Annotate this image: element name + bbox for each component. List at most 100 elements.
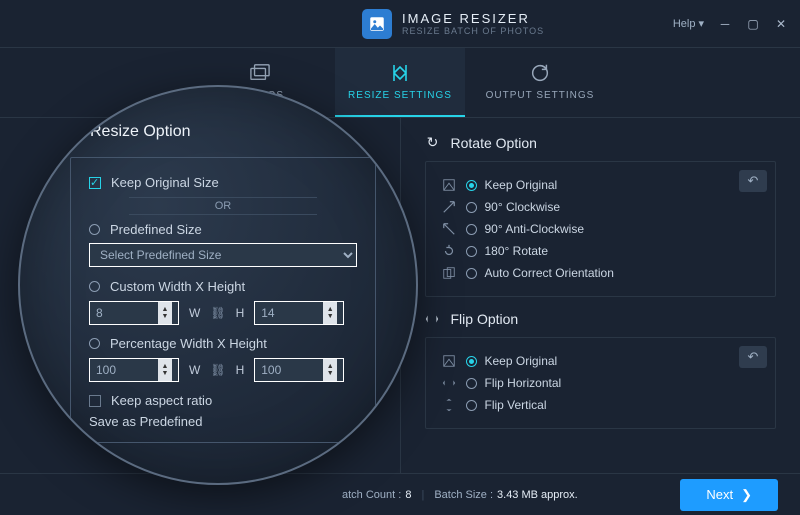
rotate-heading: ↻ Rotate Option [425,134,777,151]
percentage-size[interactable]: Percentage Width X Height [89,333,357,354]
flip-vertical[interactable]: Flip Vertical [440,394,762,416]
flip-heading-icon [425,312,441,326]
percent-height-input[interactable]: 100 ▲▼ [254,358,344,382]
rotate-90acw[interactable]: 90° Anti-Clockwise [440,218,762,240]
spinner[interactable]: ▲▼ [158,359,172,381]
radio[interactable] [466,224,477,235]
tab-output-settings[interactable]: OUTPUT SETTINGS [475,48,605,117]
radio[interactable] [466,378,477,389]
rotate-keep-original[interactable]: Keep Original [440,174,762,196]
custom-size[interactable]: Custom Width X Height [89,276,357,297]
option-label: 90° Clockwise [485,200,561,214]
section-title: Rotate Option [451,135,537,151]
chevron-right-icon: ❯ [741,487,752,503]
w-label: W [189,306,200,320]
spinner[interactable]: ▲▼ [323,359,337,381]
link-icon[interactable]: ⛓ [210,306,225,320]
magnifier-overlay: Resize Option Keep Original Size OR Pred… [18,85,418,485]
resize-heading: Resize Option [90,123,376,141]
minimize-button[interactable]: ─ [718,17,732,31]
flip-horizontal[interactable]: Flip Horizontal [440,372,762,394]
radio[interactable] [466,268,477,279]
radio[interactable] [466,202,477,213]
reset-rotate-button[interactable]: ↶ [739,170,767,192]
radio[interactable] [466,400,477,411]
spinner[interactable]: ▲▼ [158,302,172,324]
option-label: 180° Rotate [485,244,549,258]
help-label: Help [673,18,696,30]
checkbox[interactable] [89,177,101,189]
input-value: 100 [261,363,281,377]
custom-wh-inputs: 8 ▲▼ W ⛓ H 14 ▲▼ [89,301,357,325]
save-as-predefined[interactable]: Save as Predefined [89,411,357,432]
option-label: 90° Anti-Clockwise [485,222,585,236]
auto-orient-icon [440,266,458,280]
keep-icon [440,354,458,368]
flip-h-icon [440,376,458,390]
rotate-heading-icon: ↻ [425,134,441,151]
custom-width-input[interactable]: 8 ▲▼ [89,301,179,325]
option-label: Custom Width X Height [110,279,245,294]
rotate-180[interactable]: 180° Rotate [440,240,762,262]
rotate-cw-icon [440,200,458,214]
titlebar: IMAGE RESIZER RESIZE BATCH OF PHOTOS Hel… [0,0,800,48]
or-divider: OR [129,197,317,215]
flip-keep-original[interactable]: Keep Original [440,350,762,372]
predefined-size[interactable]: Predefined Size [89,219,357,240]
keep-aspect-ratio[interactable]: Keep aspect ratio [89,390,357,411]
h-label: H [236,363,245,377]
custom-height-input[interactable]: 14 ▲▼ [254,301,344,325]
input-value: 8 [96,306,103,320]
batch-stats: atch Count : 8 | Batch Size : 3.43 MB ap… [342,489,578,501]
h-label: H [236,306,245,320]
rotate-panel: ↶ Keep Original 90° Clockwise 90° Anti-C… [425,161,777,297]
maximize-button[interactable]: ▢ [746,17,760,31]
radio[interactable] [89,224,100,235]
option-label: Auto Correct Orientation [485,266,614,280]
option-label: Keep Original [485,354,558,368]
percent-width-input[interactable]: 100 ▲▼ [89,358,179,382]
tab-bar: PHOTOS RESIZE SETTINGS OUTPUT SETTINGS [0,48,800,118]
checkbox[interactable] [89,395,101,407]
radio[interactable] [466,180,477,191]
option-label: Keep Original Size [111,175,219,190]
next-button[interactable]: Next ❯ [680,479,778,511]
tab-label: OUTPUT SETTINGS [486,90,595,101]
radio[interactable] [466,246,477,257]
resize-icon [388,62,412,84]
batch-count-value: 8 [405,489,411,501]
rotate-90cw[interactable]: 90° Clockwise [440,196,762,218]
section-title: Flip Option [451,311,519,327]
option-label: Keep Original [485,178,558,192]
percentage-wh-inputs: 100 ▲▼ W ⛓ H 100 ▲▼ [89,358,357,382]
footer-bar: atch Count : 8 | Batch Size : 3.43 MB ap… [0,473,800,515]
input-value: 100 [96,363,116,377]
rotate-auto[interactable]: Auto Correct Orientation [440,262,762,284]
option-label: Predefined Size [110,222,202,237]
reset-flip-button[interactable]: ↶ [739,346,767,368]
option-label: Percentage Width X Height [110,336,267,351]
option-label: Flip Vertical [485,398,547,412]
keep-icon [440,178,458,192]
flip-panel: ↶ Keep Original Flip Horizontal Flip Ver… [425,337,777,429]
app-title: IMAGE RESIZER [402,11,544,26]
radio[interactable] [89,281,100,292]
link-icon[interactable]: ⛓ [210,363,225,377]
title-block: IMAGE RESIZER RESIZE BATCH OF PHOTOS [402,11,544,36]
help-menu[interactable]: Help ▾ [673,17,704,30]
spinner[interactable]: ▲▼ [323,302,337,324]
close-button[interactable]: ✕ [774,17,788,31]
app-window: IMAGE RESIZER RESIZE BATCH OF PHOTOS Hel… [0,0,800,515]
predefined-select[interactable]: Select Predefined Size [89,243,357,267]
tab-resize-settings[interactable]: RESIZE SETTINGS [335,48,465,117]
flip-v-icon [440,398,458,412]
app-subtitle: RESIZE BATCH OF PHOTOS [402,26,544,36]
batch-size-label: Batch Size : [434,489,493,501]
input-value: 14 [261,306,274,320]
radio[interactable] [466,356,477,367]
radio[interactable] [89,338,100,349]
resize-panel: Keep Original Size OR Predefined Size Se… [70,157,376,443]
keep-original-size[interactable]: Keep Original Size [89,172,357,193]
rotate-acw-icon [440,222,458,236]
app-logo-icon [362,9,392,39]
